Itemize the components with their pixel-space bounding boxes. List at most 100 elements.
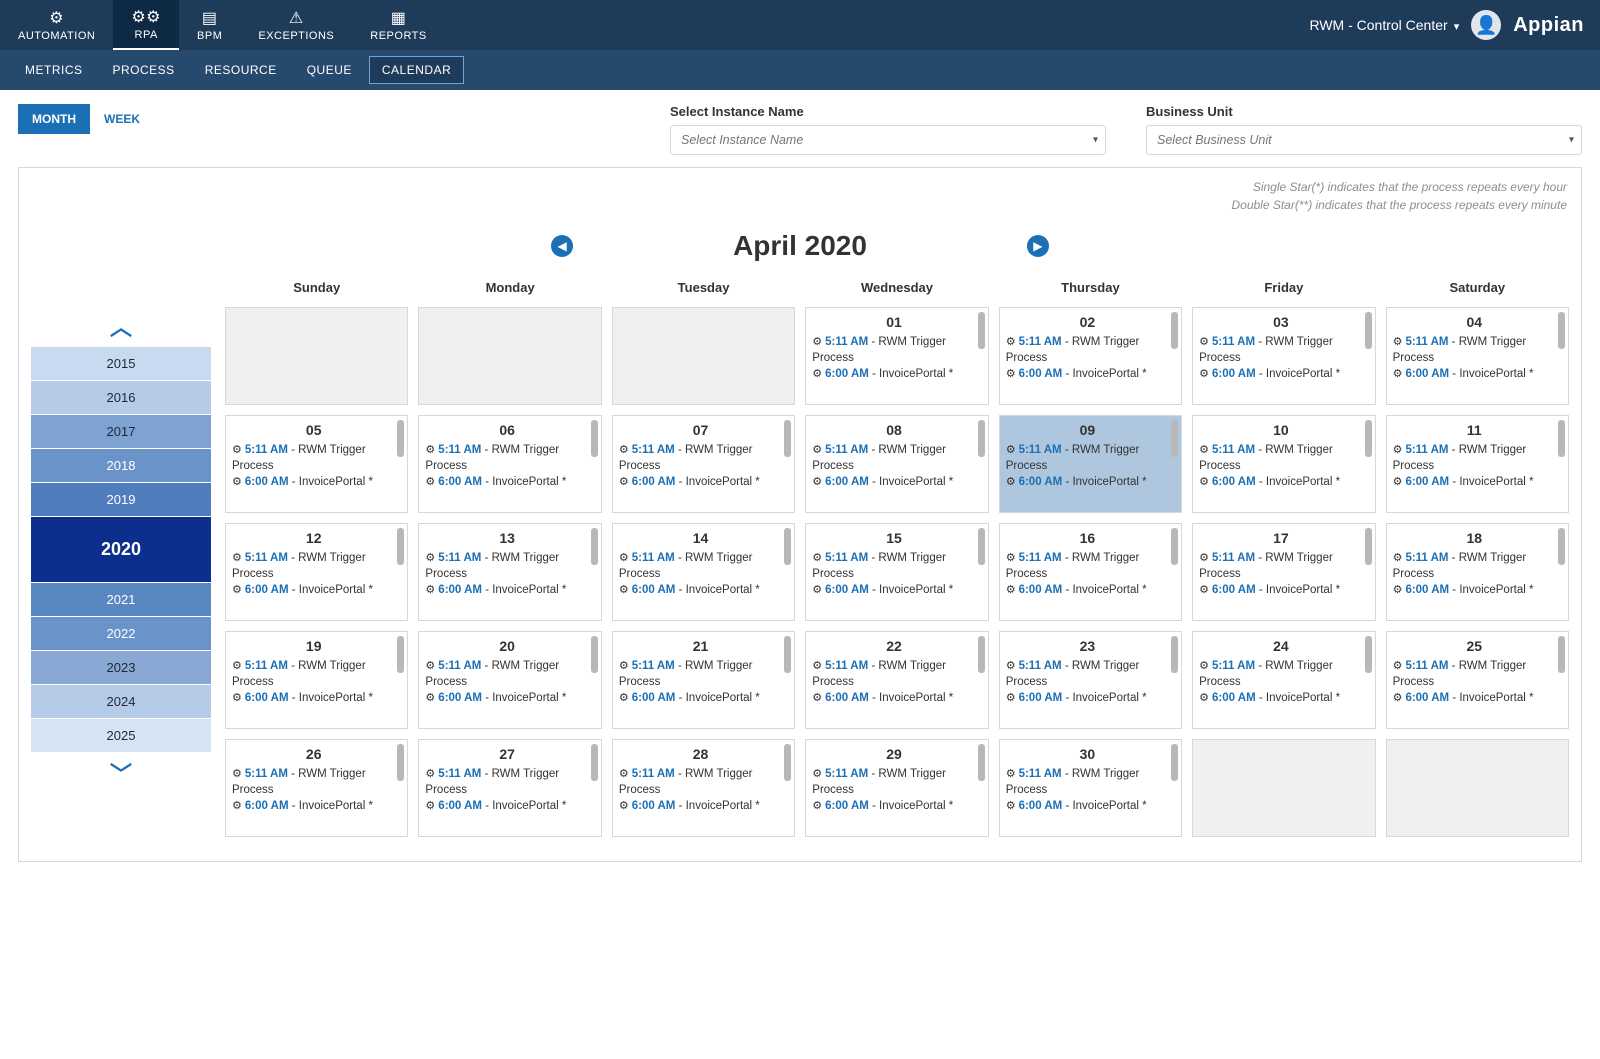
day-scrollbar[interactable]: [1558, 420, 1565, 508]
calendar-event[interactable]: ⚙5:11 AM - RWM Trigger Process: [812, 767, 975, 798]
tab-queue[interactable]: QUEUE: [294, 56, 365, 84]
day-cell[interactable]: 09⚙5:11 AM - RWM Trigger Process⚙6:00 AM…: [999, 415, 1182, 513]
calendar-event[interactable]: ⚙5:11 AM - RWM Trigger Process: [812, 551, 975, 582]
day-scrollbar[interactable]: [1365, 312, 1372, 400]
day-cell[interactable]: 04⚙5:11 AM - RWM Trigger Process⚙6:00 AM…: [1386, 307, 1569, 405]
day-scrollbar[interactable]: [397, 528, 404, 616]
calendar-event[interactable]: ⚙6:00 AM - InvoicePortal *: [425, 691, 588, 707]
day-scrollbar[interactable]: [978, 420, 985, 508]
tab-resource[interactable]: RESOURCE: [192, 56, 290, 84]
day-scrollbar[interactable]: [591, 528, 598, 616]
day-cell[interactable]: 15⚙5:11 AM - RWM Trigger Process⚙6:00 AM…: [805, 523, 988, 621]
calendar-event[interactable]: ⚙6:00 AM - InvoicePortal *: [1393, 367, 1556, 383]
day-cell[interactable]: 28⚙5:11 AM - RWM Trigger Process⚙6:00 AM…: [612, 739, 795, 837]
calendar-event[interactable]: ⚙6:00 AM - InvoicePortal *: [1393, 583, 1556, 599]
calendar-event[interactable]: ⚙5:11 AM - RWM Trigger Process: [425, 443, 588, 474]
calendar-event[interactable]: ⚙5:11 AM - RWM Trigger Process: [1006, 659, 1169, 690]
calendar-event[interactable]: ⚙5:11 AM - RWM Trigger Process: [1393, 659, 1556, 690]
view-week[interactable]: WEEK: [90, 104, 154, 134]
day-scrollbar[interactable]: [1365, 420, 1372, 508]
calendar-event[interactable]: ⚙6:00 AM - InvoicePortal *: [232, 475, 395, 491]
calendar-event[interactable]: ⚙6:00 AM - InvoicePortal *: [812, 475, 975, 491]
day-cell[interactable]: 30⚙5:11 AM - RWM Trigger Process⚙6:00 AM…: [999, 739, 1182, 837]
calendar-event[interactable]: ⚙6:00 AM - InvoicePortal *: [619, 475, 782, 491]
calendar-event[interactable]: ⚙5:11 AM - RWM Trigger Process: [232, 767, 395, 798]
year-item[interactable]: 2016: [31, 381, 211, 414]
calendar-event[interactable]: ⚙5:11 AM - RWM Trigger Process: [1006, 767, 1169, 798]
calendar-event[interactable]: ⚙5:11 AM - RWM Trigger Process: [232, 551, 395, 582]
day-scrollbar[interactable]: [1171, 744, 1178, 832]
day-scrollbar[interactable]: [397, 636, 404, 724]
calendar-event[interactable]: ⚙5:11 AM - RWM Trigger Process: [1393, 335, 1556, 366]
day-scrollbar[interactable]: [397, 744, 404, 832]
day-scrollbar[interactable]: [784, 420, 791, 508]
calendar-event[interactable]: ⚙6:00 AM - InvoicePortal *: [1006, 691, 1169, 707]
calendar-event[interactable]: ⚙5:11 AM - RWM Trigger Process: [1199, 551, 1362, 582]
calendar-event[interactable]: ⚙5:11 AM - RWM Trigger Process: [619, 767, 782, 798]
year-item[interactable]: 2021: [31, 583, 211, 616]
bu-select[interactable]: [1146, 125, 1582, 155]
nav-exceptions[interactable]: ⚠ EXCEPTIONS: [240, 0, 352, 50]
nav-rpa[interactable]: ⚙⚙ RPA: [113, 0, 179, 50]
day-cell[interactable]: 22⚙5:11 AM - RWM Trigger Process⚙6:00 AM…: [805, 631, 988, 729]
calendar-event[interactable]: ⚙6:00 AM - InvoicePortal *: [812, 583, 975, 599]
calendar-event[interactable]: ⚙5:11 AM - RWM Trigger Process: [425, 767, 588, 798]
year-item[interactable]: 2023: [31, 651, 211, 684]
calendar-event[interactable]: ⚙6:00 AM - InvoicePortal *: [1393, 691, 1556, 707]
calendar-event[interactable]: ⚙6:00 AM - InvoicePortal *: [812, 691, 975, 707]
day-scrollbar[interactable]: [1365, 636, 1372, 724]
day-scrollbar[interactable]: [978, 528, 985, 616]
day-scrollbar[interactable]: [1171, 528, 1178, 616]
calendar-event[interactable]: ⚙6:00 AM - InvoicePortal *: [1393, 475, 1556, 491]
avatar[interactable]: 👤: [1471, 10, 1501, 40]
calendar-event[interactable]: ⚙6:00 AM - InvoicePortal *: [1006, 583, 1169, 599]
instance-select[interactable]: [670, 125, 1106, 155]
day-scrollbar[interactable]: [784, 528, 791, 616]
calendar-event[interactable]: ⚙5:11 AM - RWM Trigger Process: [1199, 443, 1362, 474]
calendar-event[interactable]: ⚙6:00 AM - InvoicePortal *: [619, 583, 782, 599]
day-scrollbar[interactable]: [784, 744, 791, 832]
tab-calendar[interactable]: CALENDAR: [369, 56, 464, 84]
calendar-event[interactable]: ⚙5:11 AM - RWM Trigger Process: [1393, 443, 1556, 474]
calendar-event[interactable]: ⚙5:11 AM - RWM Trigger Process: [1199, 659, 1362, 690]
calendar-event[interactable]: ⚙6:00 AM - InvoicePortal *: [1006, 367, 1169, 383]
day-scrollbar[interactable]: [591, 420, 598, 508]
calendar-event[interactable]: ⚙5:11 AM - RWM Trigger Process: [1006, 443, 1169, 474]
day-cell[interactable]: 01⚙5:11 AM - RWM Trigger Process⚙6:00 AM…: [805, 307, 988, 405]
calendar-event[interactable]: ⚙6:00 AM - InvoicePortal *: [425, 583, 588, 599]
tab-metrics[interactable]: METRICS: [12, 56, 96, 84]
day-cell[interactable]: 17⚙5:11 AM - RWM Trigger Process⚙6:00 AM…: [1192, 523, 1375, 621]
day-scrollbar[interactable]: [978, 312, 985, 400]
calendar-event[interactable]: ⚙5:11 AM - RWM Trigger Process: [1199, 335, 1362, 366]
calendar-event[interactable]: ⚙6:00 AM - InvoicePortal *: [1006, 475, 1169, 491]
day-cell[interactable]: 12⚙5:11 AM - RWM Trigger Process⚙6:00 AM…: [225, 523, 408, 621]
year-item[interactable]: 2017: [31, 415, 211, 448]
calendar-event[interactable]: ⚙5:11 AM - RWM Trigger Process: [232, 659, 395, 690]
day-cell[interactable]: 18⚙5:11 AM - RWM Trigger Process⚙6:00 AM…: [1386, 523, 1569, 621]
app-menu[interactable]: RWM - Control Center: [1309, 17, 1459, 33]
day-scrollbar[interactable]: [1558, 528, 1565, 616]
day-cell[interactable]: 24⚙5:11 AM - RWM Trigger Process⚙6:00 AM…: [1192, 631, 1375, 729]
day-cell[interactable]: 13⚙5:11 AM - RWM Trigger Process⚙6:00 AM…: [418, 523, 601, 621]
day-cell[interactable]: 26⚙5:11 AM - RWM Trigger Process⚙6:00 AM…: [225, 739, 408, 837]
day-cell[interactable]: 02⚙5:11 AM - RWM Trigger Process⚙6:00 AM…: [999, 307, 1182, 405]
calendar-event[interactable]: ⚙5:11 AM - RWM Trigger Process: [425, 659, 588, 690]
day-cell[interactable]: 27⚙5:11 AM - RWM Trigger Process⚙6:00 AM…: [418, 739, 601, 837]
calendar-event[interactable]: ⚙5:11 AM - RWM Trigger Process: [812, 659, 975, 690]
calendar-event[interactable]: ⚙5:11 AM - RWM Trigger Process: [1006, 335, 1169, 366]
calendar-event[interactable]: ⚙5:11 AM - RWM Trigger Process: [619, 551, 782, 582]
day-cell[interactable]: 03⚙5:11 AM - RWM Trigger Process⚙6:00 AM…: [1192, 307, 1375, 405]
day-cell[interactable]: 05⚙5:11 AM - RWM Trigger Process⚙6:00 AM…: [225, 415, 408, 513]
day-cell[interactable]: 16⚙5:11 AM - RWM Trigger Process⚙6:00 AM…: [999, 523, 1182, 621]
year-item-current[interactable]: 2020: [31, 517, 211, 582]
calendar-event[interactable]: ⚙6:00 AM - InvoicePortal *: [619, 799, 782, 815]
day-scrollbar[interactable]: [397, 420, 404, 508]
year-item[interactable]: 2019: [31, 483, 211, 516]
day-scrollbar[interactable]: [1171, 312, 1178, 400]
nav-bpm[interactable]: ▤ BPM: [179, 0, 240, 50]
calendar-event[interactable]: ⚙5:11 AM - RWM Trigger Process: [232, 443, 395, 474]
calendar-event[interactable]: ⚙6:00 AM - InvoicePortal *: [232, 691, 395, 707]
calendar-event[interactable]: ⚙6:00 AM - InvoicePortal *: [232, 799, 395, 815]
day-cell[interactable]: 11⚙5:11 AM - RWM Trigger Process⚙6:00 AM…: [1386, 415, 1569, 513]
calendar-event[interactable]: ⚙6:00 AM - InvoicePortal *: [1199, 475, 1362, 491]
